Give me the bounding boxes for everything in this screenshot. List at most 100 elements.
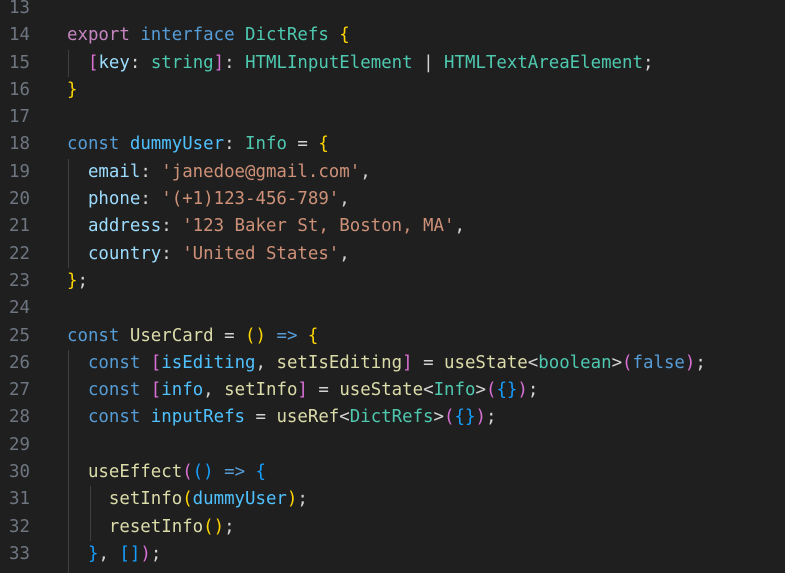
code-token: [	[150, 380, 162, 401]
code-token: {	[318, 134, 329, 155]
code-token: ;	[77, 270, 88, 291]
code-line[interactable]: 23};	[0, 268, 785, 295]
code-line[interactable]: 14 export interface DictRefs {	[0, 22, 785, 49]
code-line[interactable]: 31 setInfo(dummyUser);	[0, 486, 785, 514]
code-line[interactable]: 24	[0, 295, 785, 322]
code-text: export interface DictRefs {	[67, 22, 350, 49]
code-token: :	[161, 243, 183, 264]
code-token: useRef	[276, 407, 340, 428]
code-text: country: 'United States',	[67, 241, 350, 268]
code-token: useEffect	[87, 462, 183, 483]
code-token: >	[475, 380, 486, 401]
code-token: ]	[402, 352, 413, 373]
code-token: ,	[454, 216, 465, 237]
code-token: ,	[203, 380, 225, 401]
code-token: <	[423, 380, 434, 401]
line-number: 17	[9, 107, 30, 128]
code-token: :	[140, 161, 162, 182]
indent-guide	[68, 431, 69, 460]
code-token: =>	[224, 462, 246, 483]
code-token: Info	[245, 134, 287, 155]
code-token: ;	[150, 543, 162, 564]
code-token: >	[433, 407, 445, 428]
line-number: 20	[9, 189, 30, 210]
code-text: };	[67, 268, 88, 295]
code-line[interactable]: 20 phone: '(+1)123-456-789',	[0, 186, 785, 214]
code-token: :	[161, 216, 183, 237]
code-token: ;	[695, 352, 706, 373]
code-token: :	[224, 52, 246, 73]
line-number: 28	[9, 407, 30, 428]
code-line[interactable]: 25 const UserCard = () => {	[0, 323, 785, 350]
code-token: ,	[360, 161, 371, 182]
code-text: }, []);	[67, 541, 161, 568]
code-token: string	[150, 52, 214, 73]
code-token: =	[286, 134, 319, 155]
code-token: ,	[255, 352, 277, 373]
code-token: const	[87, 380, 141, 401]
code-line[interactable]: 26 const [isEditing, setIsEditing] = use…	[0, 349, 785, 378]
code-token: ,	[339, 243, 350, 264]
code-line[interactable]: 33 }, []);	[0, 540, 785, 569]
code-line[interactable]: 17	[0, 104, 785, 131]
code-line[interactable]: 22 country: 'United States',	[0, 240, 785, 268]
code-token: [	[87, 52, 99, 73]
code-token: dummyUser	[129, 134, 225, 155]
code-text: useEffect(() => {	[67, 459, 266, 486]
code-token: []	[119, 543, 141, 564]
code-line[interactable]: 27 const [info, setInfo] = useState<Info…	[0, 377, 785, 405]
code-token: {	[307, 325, 319, 346]
code-token: const	[87, 352, 141, 373]
code-text: address: '123 Baker St, Boston, MA',	[67, 213, 465, 240]
code-line[interactable]: 29	[0, 431, 785, 460]
code-token: ;	[527, 380, 539, 401]
code-token: ()	[245, 325, 266, 346]
code-token: =>	[276, 325, 298, 346]
code-line[interactable]: 16}	[0, 77, 785, 104]
code-token: const	[87, 407, 141, 428]
code-token: '(+1)123-456-789'	[161, 189, 340, 210]
code-line[interactable]: 18 const dummyUser: Info = {	[0, 131, 785, 158]
code-line[interactable]: 34	[0, 568, 785, 573]
code-token: ,	[339, 189, 350, 210]
code-token: useState	[444, 352, 528, 373]
code-token: inputRefs	[150, 407, 246, 428]
code-line[interactable]: 30 useEffect(() => {	[0, 459, 785, 487]
code-token: false	[632, 352, 685, 373]
code-lines: 13 14 export interface DictRefs {15 [key: …	[0, 0, 785, 573]
code-token: <	[527, 352, 539, 373]
line-number: 25	[9, 325, 30, 346]
code-token: ()	[192, 462, 214, 483]
code-line[interactable]: 13	[0, 0, 785, 22]
line-number: 29	[9, 434, 30, 455]
code-token: }	[67, 270, 78, 291]
code-text: resetInfo();	[67, 514, 235, 541]
code-editor[interactable]: 13 14 export interface DictRefs {15 [key: …	[0, 0, 785, 573]
code-line[interactable]: 19 email: 'janedoe@gmail.com',	[0, 158, 785, 187]
line-number: 26	[9, 352, 30, 373]
code-token: ;	[642, 52, 654, 73]
code-token: )	[140, 543, 151, 564]
code-token: =	[412, 352, 445, 373]
code-token: ,	[98, 543, 120, 564]
code-line[interactable]: 15 [key: string]: HTMLInputElement | HTM…	[0, 49, 785, 77]
code-line[interactable]: 32 resetInfo();	[0, 513, 785, 541]
code-token: (	[485, 380, 497, 401]
code-line[interactable]: 21 address: '123 Baker St, Boston, MA',	[0, 213, 785, 241]
code-line[interactable]: 28 const inputRefs = useRef<DictRefs>({}…	[0, 404, 785, 432]
code-token: }	[87, 543, 99, 564]
